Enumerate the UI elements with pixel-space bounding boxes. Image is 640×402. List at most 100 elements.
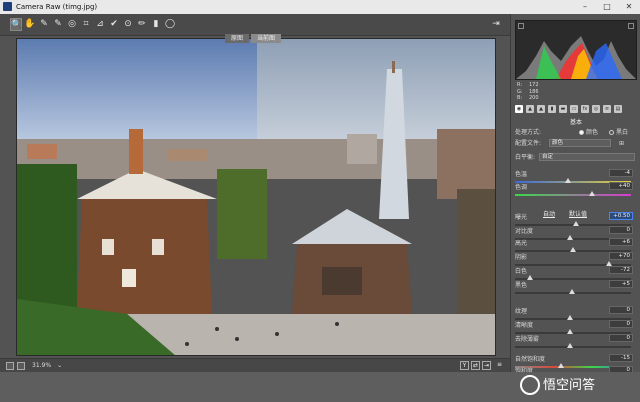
open-preferences-icon[interactable]: ⇥ bbox=[490, 18, 502, 31]
zoom-in-button[interactable] bbox=[17, 362, 25, 370]
panel-tabs: ◉ ▲ ▲ ▮ ▬ ▭ fx ◎ ≡ ▤ bbox=[515, 105, 637, 115]
lens-tab-icon[interactable]: ▭ bbox=[570, 105, 578, 113]
settings-menu-icon[interactable]: ≡ bbox=[495, 361, 504, 370]
window-title: Camera Raw (timg.jpg) bbox=[16, 3, 98, 11]
detail-tab-icon[interactable]: ▲ bbox=[537, 105, 545, 113]
slider-label: 阴影 bbox=[515, 254, 528, 261]
zoom-out-button[interactable] bbox=[6, 362, 14, 370]
basic-tab-icon[interactable]: ◉ bbox=[515, 105, 523, 113]
zoom-tool-icon[interactable]: 🔍 bbox=[10, 18, 22, 31]
color-sampler-tool-icon[interactable]: ✎ bbox=[52, 18, 64, 31]
slider-row: 色调 +40 bbox=[515, 182, 637, 200]
slider-value-field[interactable]: -4 bbox=[609, 169, 633, 177]
close-button[interactable]: ✕ bbox=[618, 0, 640, 14]
chevron-down-icon: ⌄ bbox=[57, 362, 63, 369]
slider-value-field[interactable]: 0 bbox=[609, 306, 633, 314]
slider-thumb[interactable] bbox=[589, 191, 595, 196]
tone-curve-tab-icon[interactable]: ▲ bbox=[526, 105, 534, 113]
white-balance-tool-icon[interactable]: ✎ bbox=[38, 18, 50, 31]
profile-label: 配置文件: bbox=[515, 140, 542, 147]
treatment-bw-radio[interactable]: 黑白 bbox=[609, 128, 628, 137]
app-icon bbox=[3, 2, 12, 11]
white-balance-label: 白平衡: bbox=[515, 154, 536, 161]
slider-track[interactable] bbox=[515, 346, 631, 348]
maximize-button[interactable]: □ bbox=[596, 0, 618, 14]
slider-row: 去除薄雾 0 bbox=[515, 334, 637, 352]
white-balance-select[interactable]: 自定 bbox=[539, 153, 635, 161]
shadow-clip-icon[interactable] bbox=[518, 23, 524, 29]
zoom-level: 31.9% bbox=[32, 362, 52, 369]
snapshots-tab-icon[interactable]: ▤ bbox=[614, 105, 622, 113]
crop-tool-icon[interactable]: ⌗ bbox=[80, 18, 92, 31]
watermark: 悟空问答 bbox=[520, 372, 640, 400]
slider-value-field[interactable]: 0 bbox=[609, 320, 633, 328]
calibration-tab-icon[interactable]: ◎ bbox=[592, 105, 600, 113]
radial-filter-tool-icon[interactable]: ◯ bbox=[164, 18, 176, 31]
treatment-row: 处理方式: 颜色 黑白 bbox=[515, 128, 637, 137]
slider-label: 白色 bbox=[515, 268, 528, 275]
swap-icon[interactable]: ⇄ bbox=[471, 361, 480, 370]
slider-value-field[interactable]: -15 bbox=[609, 354, 633, 362]
zoom-select[interactable]: 31.9% ⌄ bbox=[32, 362, 62, 369]
slider-value-field[interactable]: +40 bbox=[609, 182, 633, 190]
slider-value-field[interactable]: +5 bbox=[609, 280, 633, 288]
slider-label: 对比度 bbox=[515, 228, 534, 235]
targeted-adjustment-tool-icon[interactable]: ◎ bbox=[66, 18, 78, 31]
photo-preview[interactable] bbox=[16, 38, 496, 356]
before-label[interactable]: 原图 bbox=[225, 34, 250, 43]
white-balance-row: 白平衡: 自定 bbox=[515, 153, 637, 162]
slider-value-field[interactable]: -72 bbox=[609, 266, 633, 274]
slider-label: 自然饱和度 bbox=[515, 356, 546, 363]
watermark-logo-icon bbox=[520, 374, 540, 395]
profile-select[interactable]: 颜色 bbox=[549, 139, 611, 147]
slider-value-field[interactable]: +70 bbox=[609, 252, 633, 260]
copy-icon[interactable]: ⇥ bbox=[482, 361, 491, 370]
profile-browser-icon[interactable]: ⊞ bbox=[619, 139, 624, 148]
slider-label: 色温 bbox=[515, 171, 528, 178]
spot-removal-tool-icon[interactable]: ✔ bbox=[108, 18, 120, 31]
slider-label: 色调 bbox=[515, 184, 528, 191]
slider-label: 曝光 bbox=[515, 214, 528, 221]
effects-tab-icon[interactable]: fx bbox=[581, 105, 589, 113]
split-toning-tab-icon[interactable]: ▬ bbox=[559, 105, 567, 113]
red-eye-tool-icon[interactable]: ⊙ bbox=[122, 18, 134, 31]
straighten-tool-icon[interactable]: ⊿ bbox=[94, 18, 106, 31]
hsl-tab-icon[interactable]: ▮ bbox=[548, 105, 556, 113]
before-after-labels: 原图 当前图 bbox=[225, 34, 282, 43]
title-bar: Camera Raw (timg.jpg) – □ ✕ bbox=[0, 0, 640, 14]
graduated-filter-tool-icon[interactable]: ▮ bbox=[150, 18, 162, 31]
minimize-button[interactable]: – bbox=[574, 0, 596, 14]
adjustments-panel: R: 172 G: 186 B: 200 ◉ ▲ ▲ ▮ ▬ ▭ fx ◎ ≡ ▤ 基… bbox=[510, 14, 640, 380]
presets-tab-icon[interactable]: ≡ bbox=[603, 105, 611, 113]
default-link[interactable]: 默认值 bbox=[569, 209, 587, 218]
auto-link[interactable]: 自动 bbox=[543, 209, 555, 218]
status-bar: 31.9% ⌄ Y ⇄ ⇥ ≡ bbox=[0, 358, 510, 372]
slider-label: 高光 bbox=[515, 240, 528, 247]
slider-value-field[interactable]: +0.50 bbox=[609, 212, 633, 220]
histogram-graph bbox=[516, 36, 636, 79]
section-title: 基本 bbox=[569, 119, 582, 126]
slider-value-field[interactable]: +6 bbox=[609, 238, 633, 246]
profile-row: 配置文件: 颜色 ⊞ bbox=[515, 139, 637, 148]
slider-value-field[interactable]: 0 bbox=[609, 334, 633, 342]
slider-thumb[interactable] bbox=[567, 343, 573, 348]
after-label[interactable]: 当前图 bbox=[251, 34, 282, 43]
slider-label: 去除薄雾 bbox=[515, 336, 540, 343]
toolbar: 🔍 ✋ ✎ ✎ ◎ ⌗ ⊿ ✔ ⊙ ✏ ▮ ◯ ⇥ bbox=[0, 14, 510, 36]
slider-track[interactable] bbox=[515, 194, 631, 196]
rgb-readout: R: 172 G: 186 B: 200 bbox=[517, 82, 539, 101]
treatment-label: 处理方式: bbox=[515, 129, 542, 136]
slider-label: 清晰度 bbox=[515, 322, 534, 329]
treatment-color-radio[interactable]: 颜色 bbox=[579, 128, 598, 137]
slider-label: 黑色 bbox=[515, 282, 528, 289]
hand-tool-icon[interactable]: ✋ bbox=[24, 18, 36, 31]
histogram bbox=[515, 20, 637, 80]
slider-label: 纹理 bbox=[515, 308, 528, 315]
park-guell-photo bbox=[17, 39, 495, 355]
slider-thumb[interactable] bbox=[569, 289, 576, 294]
slider-value-field[interactable]: 0 bbox=[609, 226, 633, 234]
slider-row: 黑色 +5 bbox=[515, 280, 637, 298]
view-mode-icon[interactable]: Y bbox=[460, 361, 469, 370]
adjustment-brush-tool-icon[interactable]: ✏ bbox=[136, 18, 148, 31]
highlight-clip-icon[interactable] bbox=[628, 23, 634, 29]
